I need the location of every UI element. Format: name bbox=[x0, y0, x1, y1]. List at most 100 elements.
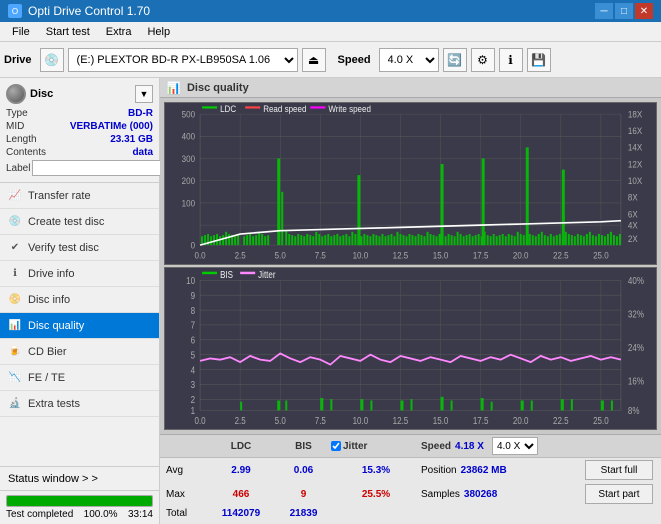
mid-value: VERBATIMe (000) bbox=[70, 121, 153, 132]
nav-verify-test-disc-label: Verify test disc bbox=[28, 242, 99, 254]
svg-text:4X: 4X bbox=[628, 220, 638, 230]
app-title: Opti Drive Control 1.70 bbox=[28, 4, 150, 18]
nav-disc-info[interactable]: 📀 Disc info bbox=[0, 287, 159, 313]
disc-menu-btn[interactable]: ▼ bbox=[135, 85, 153, 103]
status-window-label: Status window > > bbox=[8, 473, 98, 485]
svg-text:10: 10 bbox=[186, 275, 195, 286]
avg-jitter: 15.3% bbox=[331, 465, 421, 476]
nav-transfer-rate[interactable]: 📈 Transfer rate bbox=[0, 183, 159, 209]
nav-create-test-disc-label: Create test disc bbox=[28, 216, 104, 228]
svg-text:25.0: 25.0 bbox=[593, 250, 609, 260]
nav-transfer-rate-label: Transfer rate bbox=[28, 190, 91, 202]
label-input[interactable] bbox=[32, 160, 170, 176]
transfer-rate-icon: 📈 bbox=[8, 189, 22, 203]
svg-text:8X: 8X bbox=[628, 192, 638, 202]
refresh-button[interactable]: 🔄 bbox=[443, 48, 467, 72]
nav-verify-test-disc[interactable]: ✔ Verify test disc bbox=[0, 235, 159, 261]
save-button[interactable]: 💾 bbox=[527, 48, 551, 72]
svg-text:18X: 18X bbox=[628, 109, 643, 119]
menu-start-test[interactable]: Start test bbox=[38, 24, 98, 40]
svg-text:Jitter: Jitter bbox=[258, 269, 275, 280]
type-label: Type bbox=[6, 108, 28, 119]
svg-text:22.5: 22.5 bbox=[553, 250, 569, 260]
svg-text:2X: 2X bbox=[628, 233, 638, 243]
svg-text:16X: 16X bbox=[628, 126, 643, 136]
drive-select[interactable]: (E:) PLEXTOR BD-R PX-LB950SA 1.06 bbox=[68, 48, 298, 72]
progress-percent: 100.0% bbox=[84, 509, 118, 520]
nav-menu: 📈 Transfer rate 💿 Create test disc ✔ Ver… bbox=[0, 183, 159, 417]
disc-quality-icon: 📊 bbox=[8, 319, 22, 333]
disc-label-row: Label 🔍 bbox=[6, 160, 153, 176]
svg-text:200: 200 bbox=[182, 176, 196, 186]
stats-panel: LDC BIS Jitter Speed 4.18 X 4.0 X Avg bbox=[160, 434, 661, 524]
nav-disc-quality-label: Disc quality bbox=[28, 320, 84, 332]
eject-button[interactable]: ⏏ bbox=[302, 48, 326, 72]
svg-text:12X: 12X bbox=[628, 159, 643, 169]
svg-text:14X: 14X bbox=[628, 142, 643, 152]
menu-extra[interactable]: Extra bbox=[98, 24, 140, 40]
speed-select-stats[interactable]: 4.0 X bbox=[492, 437, 538, 455]
svg-text:32%: 32% bbox=[628, 309, 644, 320]
svg-text:2: 2 bbox=[191, 394, 195, 405]
drive-label: Drive bbox=[4, 54, 32, 66]
start-full-container: Start full bbox=[585, 460, 655, 480]
speed-header-label: Speed bbox=[421, 441, 451, 452]
menu-bar: File Start test Extra Help bbox=[0, 22, 661, 42]
nav-cd-bier-label: CD Bier bbox=[28, 346, 67, 358]
contents-value: data bbox=[132, 147, 153, 158]
svg-text:8: 8 bbox=[191, 305, 195, 316]
svg-text:10.0: 10.0 bbox=[353, 415, 369, 426]
avg-label: Avg bbox=[166, 465, 206, 476]
menu-file[interactable]: File bbox=[4, 24, 38, 40]
settings-button[interactable]: ⚙ bbox=[471, 48, 495, 72]
svg-text:0.0: 0.0 bbox=[194, 250, 205, 260]
progress-bar-inner bbox=[7, 496, 152, 506]
nav-fe-te-label: FE / TE bbox=[28, 372, 65, 384]
nav-extra-tests[interactable]: 🔬 Extra tests bbox=[0, 391, 159, 417]
panel-header: 📊 Disc quality bbox=[160, 78, 661, 98]
nav-fe-te[interactable]: 📉 FE / TE bbox=[0, 365, 159, 391]
svg-text:15.0: 15.0 bbox=[433, 415, 449, 426]
avg-ldc: 2.99 bbox=[206, 465, 276, 476]
svg-text:BIS: BIS bbox=[220, 269, 233, 280]
disc-type-row: Type BD-R bbox=[6, 108, 153, 119]
minimize-button[interactable]: ─ bbox=[595, 3, 613, 19]
close-button[interactable]: ✕ bbox=[635, 3, 653, 19]
drive-icon-btn[interactable]: 💿 bbox=[40, 48, 64, 72]
status-window-btn[interactable]: Status window > > bbox=[0, 467, 159, 491]
create-test-disc-icon: 💿 bbox=[8, 215, 22, 229]
position-label: Position bbox=[421, 465, 457, 476]
start-full-button[interactable]: Start full bbox=[585, 460, 653, 480]
verify-test-disc-icon: ✔ bbox=[8, 241, 22, 255]
extra-tests-icon: 🔬 bbox=[8, 397, 22, 411]
svg-text:3: 3 bbox=[191, 379, 195, 390]
nav-disc-quality[interactable]: 📊 Disc quality bbox=[0, 313, 159, 339]
disc-length-row: Length 23.31 GB bbox=[6, 134, 153, 145]
jitter-checkbox-container: Jitter bbox=[331, 441, 421, 452]
svg-text:7.5: 7.5 bbox=[315, 250, 326, 260]
max-label: Max bbox=[166, 489, 206, 500]
speed-select[interactable]: 4.0 X bbox=[379, 48, 439, 72]
disc-info-icon: 📀 bbox=[8, 293, 22, 307]
svg-text:20.0: 20.0 bbox=[513, 250, 529, 260]
position-container: Position 23862 MB bbox=[421, 465, 585, 476]
svg-text:4: 4 bbox=[191, 364, 195, 375]
maximize-button[interactable]: □ bbox=[615, 3, 633, 19]
svg-text:Write speed: Write speed bbox=[328, 103, 371, 113]
nav-drive-info-label: Drive info bbox=[28, 268, 74, 280]
svg-text:6X: 6X bbox=[628, 209, 638, 219]
nav-create-test-disc[interactable]: 💿 Create test disc bbox=[0, 209, 159, 235]
svg-text:2.5: 2.5 bbox=[235, 250, 246, 260]
chart-bis: 10 9 8 7 6 5 4 3 2 1 40% 32% 24% 16% 8% bbox=[164, 267, 657, 430]
nav-drive-info[interactable]: ℹ Drive info bbox=[0, 261, 159, 287]
jitter-checkbox[interactable] bbox=[331, 441, 341, 451]
speed-label: Speed bbox=[338, 54, 371, 66]
nav-cd-bier[interactable]: 🍺 CD Bier bbox=[0, 339, 159, 365]
info-button[interactable]: ℹ bbox=[499, 48, 523, 72]
menu-help[interactable]: Help bbox=[139, 24, 178, 40]
svg-text:15.0: 15.0 bbox=[433, 250, 449, 260]
start-part-button[interactable]: Start part bbox=[585, 484, 653, 504]
disc-section: Disc ▼ Type BD-R MID VERBATIMe (000) Len… bbox=[0, 78, 159, 183]
charts-area: 500 400 300 200 100 0 18X 16X 14X 12X 10… bbox=[160, 98, 661, 434]
max-jitter: 25.5% bbox=[331, 489, 421, 500]
